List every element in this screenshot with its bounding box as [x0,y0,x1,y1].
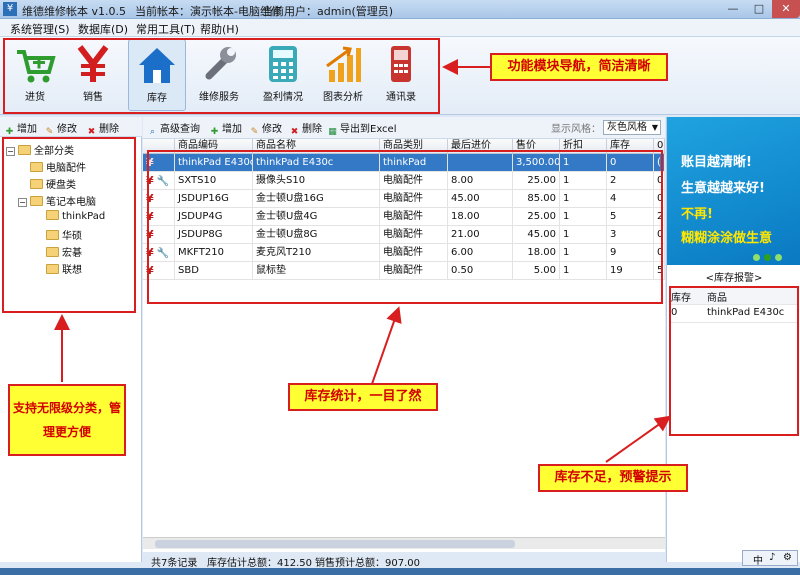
arrow [605,415,672,463]
callout-category: 支持无限级分类，管理更方便 [8,384,126,456]
callout-nav: 功能模块导航，简洁清晰 [490,53,668,81]
callout-inventory: 库存统计，一目了然 [288,383,438,411]
callout-alarm: 库存不足，预警提示 [538,464,688,492]
arrow [371,306,402,385]
